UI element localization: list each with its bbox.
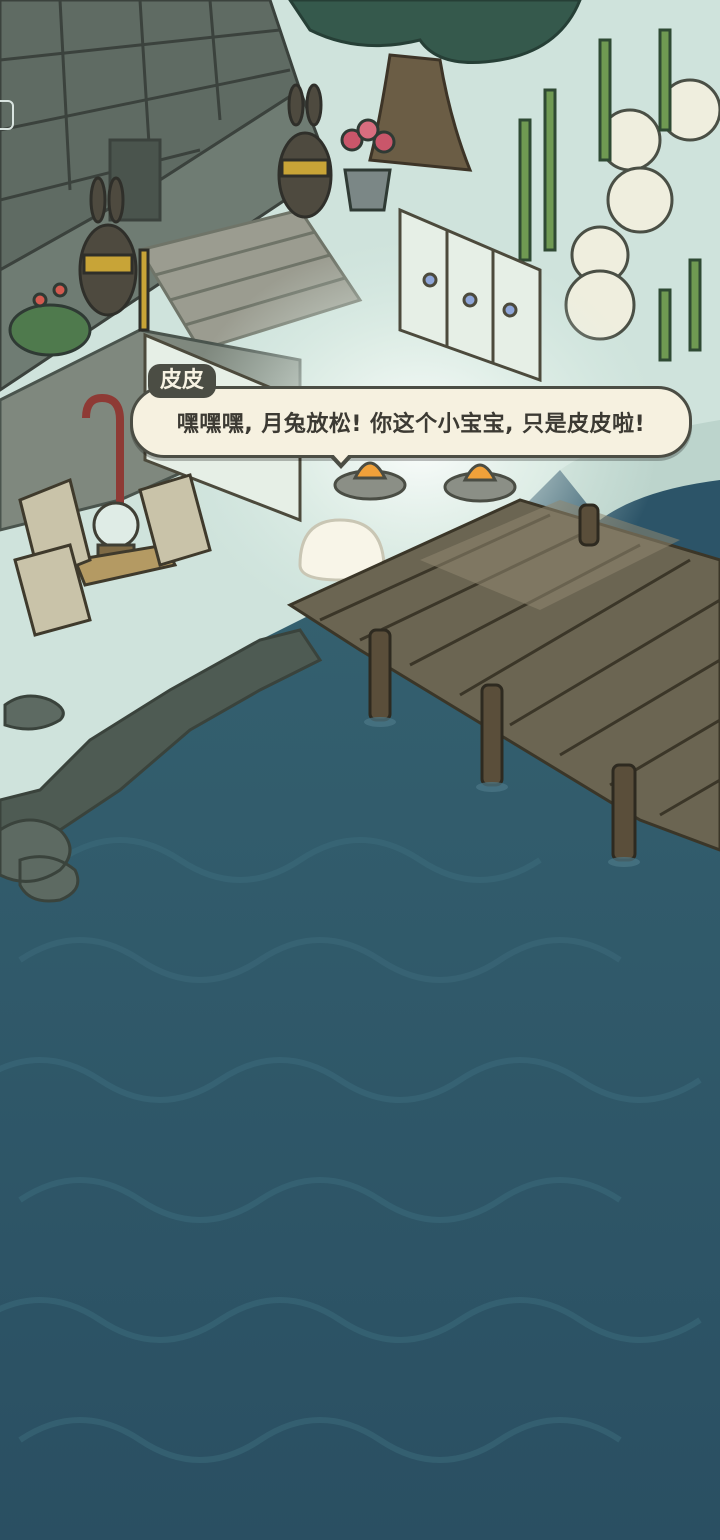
speaker-name: 皮皮 xyxy=(148,364,217,398)
side-menu-icon[interactable] xyxy=(0,100,14,130)
snow-globe xyxy=(92,501,140,559)
dialogue-tail-inner xyxy=(331,452,351,463)
shore-stone xyxy=(3,694,65,731)
dialogue-bubble[interactable]: 嘿嘿嘿, 月兔放松! 你这个小宝宝, 只是皮皮啦! xyxy=(130,386,692,458)
game-scene[interactable] xyxy=(0,0,720,1540)
dialogue-text: 嘿嘿嘿, 月兔放松! 你这个小宝宝, 只是皮皮啦! xyxy=(176,412,646,437)
